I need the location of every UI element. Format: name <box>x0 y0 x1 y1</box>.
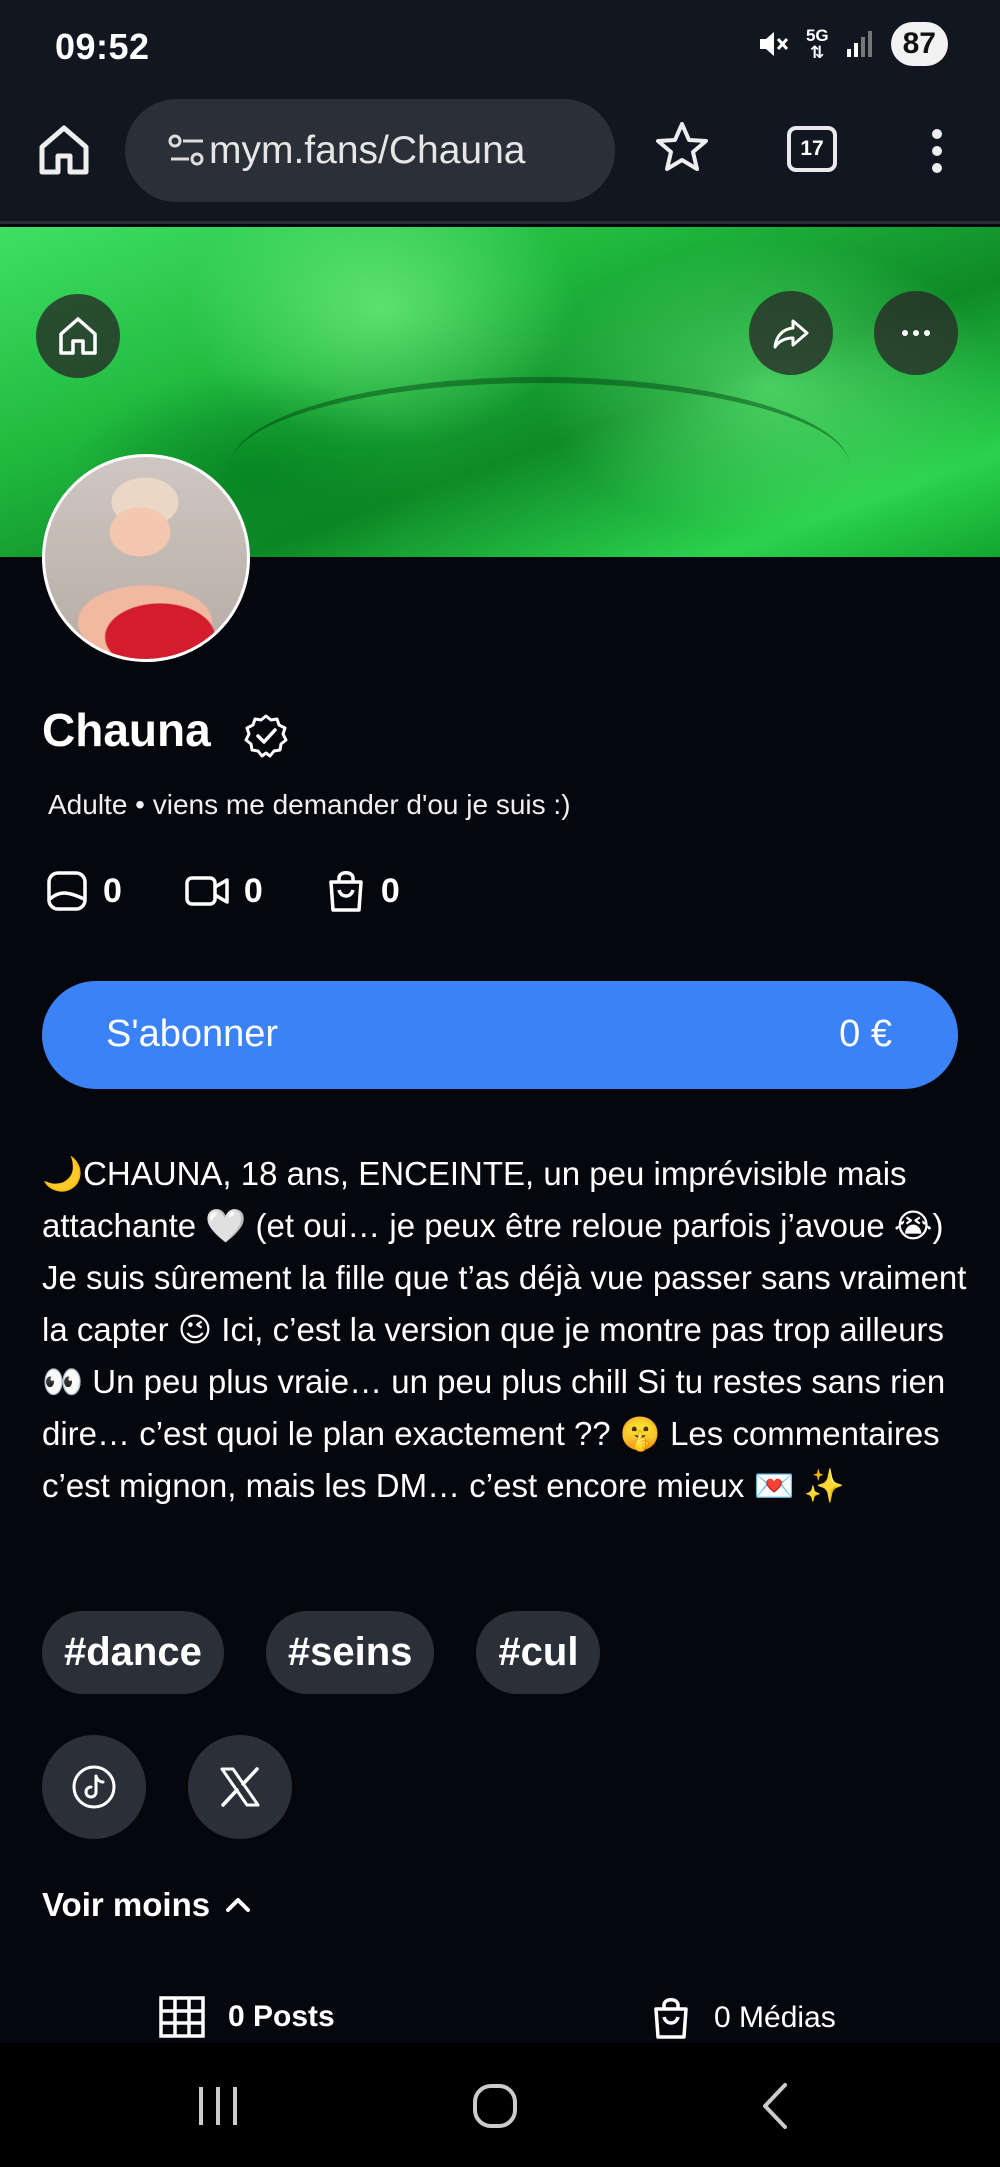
banner-decor <box>230 377 850 557</box>
avatar[interactable] <box>42 454 250 662</box>
tab-posts[interactable]: 0 Posts <box>158 1995 335 2039</box>
profile-stats: 0 0 0 <box>45 868 462 914</box>
signal-icon <box>846 31 872 57</box>
tiktok-icon <box>72 1765 116 1809</box>
grid-icon <box>159 1996 205 2038</box>
stat-videos-count: 0 <box>243 871 263 910</box>
tab-posts-label: 0 Posts <box>228 2000 335 2033</box>
stat-products-count: 0 <box>380 871 400 910</box>
home-nav-icon[interactable] <box>470 2081 520 2131</box>
url-text[interactable]: mym.fans/Chauna <box>209 129 525 173</box>
share-icon <box>773 319 809 349</box>
chevron-up-icon <box>226 1898 251 1912</box>
more-options-button[interactable] <box>874 291 958 375</box>
status-time: 09:52 <box>55 26 150 67</box>
mute-icon <box>759 32 789 56</box>
x-icon <box>220 1767 260 1807</box>
battery-indicator: 87 <box>890 22 948 66</box>
tag-seins[interactable]: #seins <box>265 1611 435 1694</box>
address-bar[interactable]: mym.fans/Chauna <box>125 99 615 202</box>
x-link[interactable] <box>188 1735 292 1839</box>
bag-icon <box>654 1998 688 2039</box>
tag-list: #dance #seins #cul <box>42 1611 642 1694</box>
stat-photos-count: 0 <box>103 871 122 910</box>
verified-badge-icon <box>244 714 288 758</box>
tiktok-link[interactable] <box>42 1735 146 1839</box>
home-icon <box>59 317 97 355</box>
home-icon[interactable] <box>34 120 94 180</box>
stat-products: 0 <box>325 868 400 914</box>
show-less-label: Voir moins <box>42 1886 211 1923</box>
subscribe-button[interactable]: S'abonner 0 € <box>42 981 958 1089</box>
more-horiz-icon <box>902 330 930 336</box>
video-icon <box>185 876 229 906</box>
show-less-toggle[interactable]: Voir moins <box>42 1886 252 1924</box>
site-settings-icon[interactable] <box>167 131 207 171</box>
status-icons: 5G ⇅ 87 <box>756 22 948 66</box>
bag-icon <box>329 871 363 912</box>
tag-cul[interactable]: #cul <box>476 1611 601 1694</box>
photo-icon <box>47 871 87 911</box>
tag-dance[interactable]: #dance <box>42 1611 224 1694</box>
profile-bio: 🌙CHAUNA, 18 ans, ENCEINTE, un peu imprév… <box>42 1155 967 1504</box>
tab-media[interactable]: 0 Médias <box>650 1995 836 2041</box>
profile-name: Chauna <box>42 704 211 756</box>
back-icon[interactable] <box>757 2081 793 2131</box>
more-vert-icon[interactable] <box>922 126 952 176</box>
browser-toolbar: mym.fans/Chauna 17 <box>0 92 1000 224</box>
share-button[interactable] <box>749 291 833 375</box>
recents-icon[interactable] <box>193 2083 243 2129</box>
bookmark-star-icon[interactable] <box>652 118 712 178</box>
content-tabs: 0 Posts 0 Médias <box>0 1995 1000 2045</box>
profile-subtitle: Adulte • viens me demander d'ou je suis … <box>48 789 571 820</box>
stat-photos: 0 <box>45 869 122 913</box>
system-nav-bar <box>0 2043 1000 2167</box>
tab-switcher-button[interactable]: 17 <box>787 126 837 172</box>
home-button[interactable] <box>36 294 120 378</box>
status-bar: 09:52 5G ⇅ 87 <box>0 0 1000 92</box>
stat-videos: 0 <box>184 871 263 911</box>
subscribe-price: 0 € <box>839 1013 892 1055</box>
network-indicator: 5G ⇅ <box>805 26 829 62</box>
tab-media-label: 0 Médias <box>714 2001 836 2034</box>
subscribe-label: S'abonner <box>106 1013 279 1055</box>
